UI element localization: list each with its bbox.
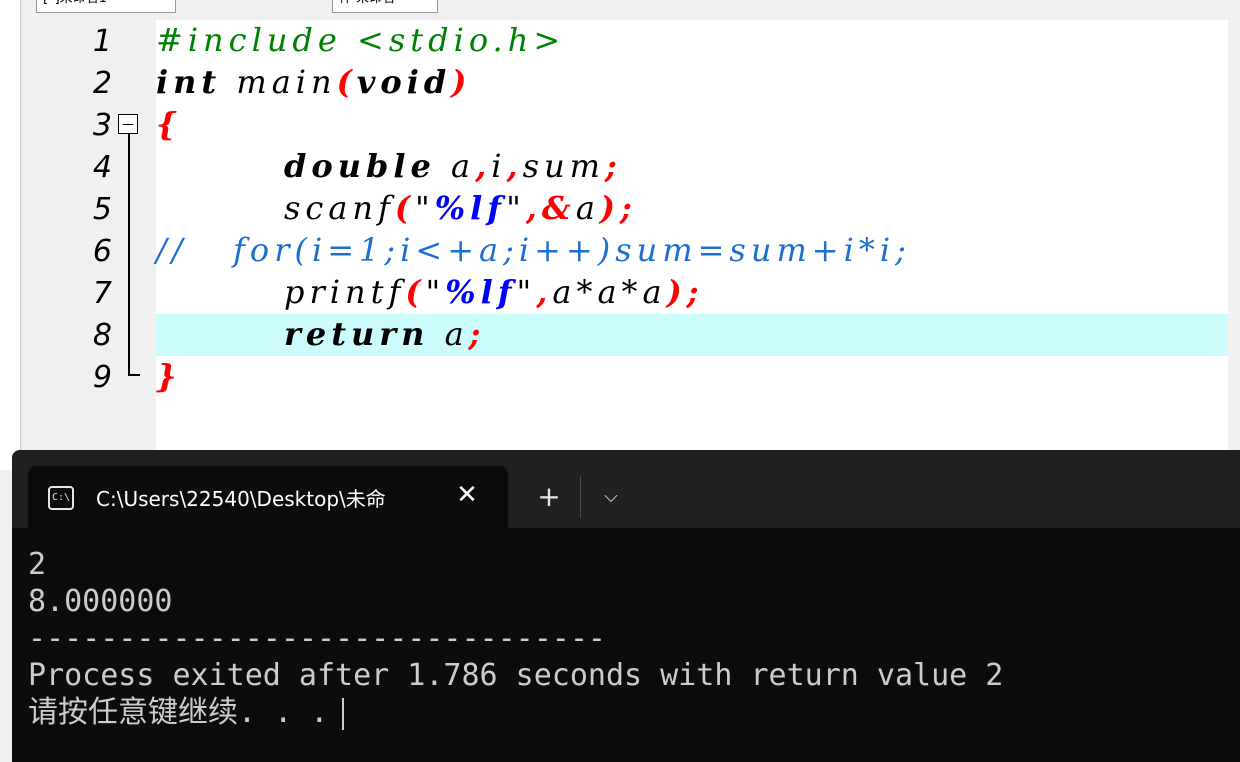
format-spec: %lf — [445, 273, 517, 311]
titlebar-divider — [580, 476, 581, 518]
function-name: main — [221, 63, 337, 101]
editor-tab-secondary[interactable]: 件 未命名 — [332, 0, 438, 13]
quote: " — [516, 273, 537, 311]
fold-guide-line — [128, 134, 130, 374]
paren-close: ) — [599, 189, 621, 227]
fold-collapse-icon[interactable] — [118, 114, 138, 134]
terminal-window: C:\ C:\Users\22540\Desktop\未命 ✕ + ⌵ 2 8.… — [12, 450, 1240, 762]
line-number: 6 — [92, 234, 112, 269]
quote: " — [506, 189, 526, 227]
code-line-7: printf("%lf",a*a*a); — [156, 272, 1228, 314]
chevron-down-icon[interactable]: ⌵ — [594, 480, 628, 514]
format-spec: %lf — [434, 189, 507, 227]
press-any-key-text: 请按任意键继续. . . — [28, 695, 329, 730]
code-line-8-current: return a; — [156, 314, 1228, 356]
var-a: a — [429, 315, 469, 353]
output-line: 8.000000 — [28, 584, 173, 619]
var-a: a — [435, 147, 476, 185]
code-line-9: } — [156, 356, 1228, 398]
keyword-int: int — [156, 63, 222, 101]
line-number: 3 — [92, 108, 112, 143]
output-separator: -------------------------------- — [28, 621, 606, 656]
editor-window: [*]未命名1 件 未命名 1 2 3 4 5 6 7 8 9 #include… — [0, 0, 1240, 470]
code-line-5: scanf("%lf",&a); — [156, 188, 1228, 230]
close-icon[interactable]: ✕ — [452, 480, 482, 510]
paren-open: ( — [394, 189, 416, 227]
fold-guide-end — [128, 374, 140, 376]
keyword-double: double — [284, 147, 436, 185]
line-number: 5 — [92, 192, 112, 227]
semicolon: ; — [468, 315, 486, 353]
semicolon: ; — [605, 147, 622, 185]
keyword-return: return — [284, 315, 430, 353]
var-sum: sum — [522, 147, 606, 185]
comma: , — [536, 273, 553, 311]
new-tab-button[interactable]: + — [532, 480, 566, 514]
quote: " — [425, 273, 446, 311]
terminal-tab-title: C:\Users\22540\Desktop\未命 — [96, 487, 386, 511]
include-directive: #include <stdio.h> — [156, 21, 566, 59]
quote: " — [415, 189, 435, 227]
terminal-titlebar: C:\ C:\Users\22540\Desktop\未命 ✕ + ⌵ — [12, 450, 1240, 528]
semicolon: ; — [620, 189, 637, 227]
fn-scanf: scanf — [284, 189, 395, 227]
line-number: 1 — [92, 24, 112, 59]
line-number: 2 — [92, 66, 112, 101]
console-icon: C:\ — [48, 486, 74, 510]
text-cursor — [342, 697, 345, 730]
brace-close: } — [156, 357, 182, 395]
paren-close: ) — [666, 273, 687, 311]
expression: a*a*a — [552, 273, 667, 311]
code-line-2: int main(void) — [156, 62, 1228, 104]
paren-close: ) — [451, 63, 472, 101]
code-line-6: // for(i=1;i<+a;i++)sum=sum+i*i; — [156, 230, 1228, 272]
ampersand: & — [541, 189, 576, 227]
comma: , — [506, 147, 523, 185]
paren-open: ( — [336, 63, 357, 101]
code-line-3: { — [156, 104, 1228, 146]
semicolon: ; — [686, 273, 704, 311]
terminal-tab[interactable]: C:\ C:\Users\22540\Desktop\未命 ✕ — [28, 466, 508, 528]
project-pane[interactable] — [0, 0, 21, 470]
line-number: 7 — [92, 276, 112, 311]
output-line: 2 — [28, 547, 47, 582]
var-a: a — [575, 189, 600, 227]
brace-open: { — [156, 105, 182, 143]
paren-open: ( — [405, 273, 426, 311]
line-number: 9 — [92, 360, 112, 395]
fn-printf: printf — [284, 273, 406, 311]
var-i: i — [491, 147, 507, 185]
code-editor[interactable]: 1 2 3 4 5 6 7 8 9 #include <stdio.h> int… — [36, 20, 1228, 460]
code-lines: #include <stdio.h> int main(void) { doub… — [156, 20, 1228, 460]
editor-tabbar: [*]未命名1 件 未命名 — [32, 0, 1240, 14]
code-line-4: double a,i,sum; — [156, 146, 1228, 188]
keyword-void: void — [356, 63, 452, 101]
comma: , — [475, 147, 492, 185]
editor-tab-active[interactable]: [*]未命名1 — [36, 0, 176, 13]
process-exit-message: Process exited after 1.786 seconds with … — [28, 658, 1004, 693]
comment: // for(i=1;i<+a;i++)sum=sum+i*i; — [156, 231, 911, 269]
line-number-gutter: 1 2 3 4 5 6 7 8 9 — [36, 20, 156, 460]
press-any-key-line: 请按任意键继续. . . — [28, 694, 1228, 731]
line-number: 4 — [92, 150, 112, 185]
terminal-output[interactable]: 2 8.000000 -----------------------------… — [28, 546, 1228, 731]
line-number: 8 — [92, 318, 112, 353]
code-line-1: #include <stdio.h> — [156, 20, 1228, 62]
comma: , — [525, 189, 542, 227]
